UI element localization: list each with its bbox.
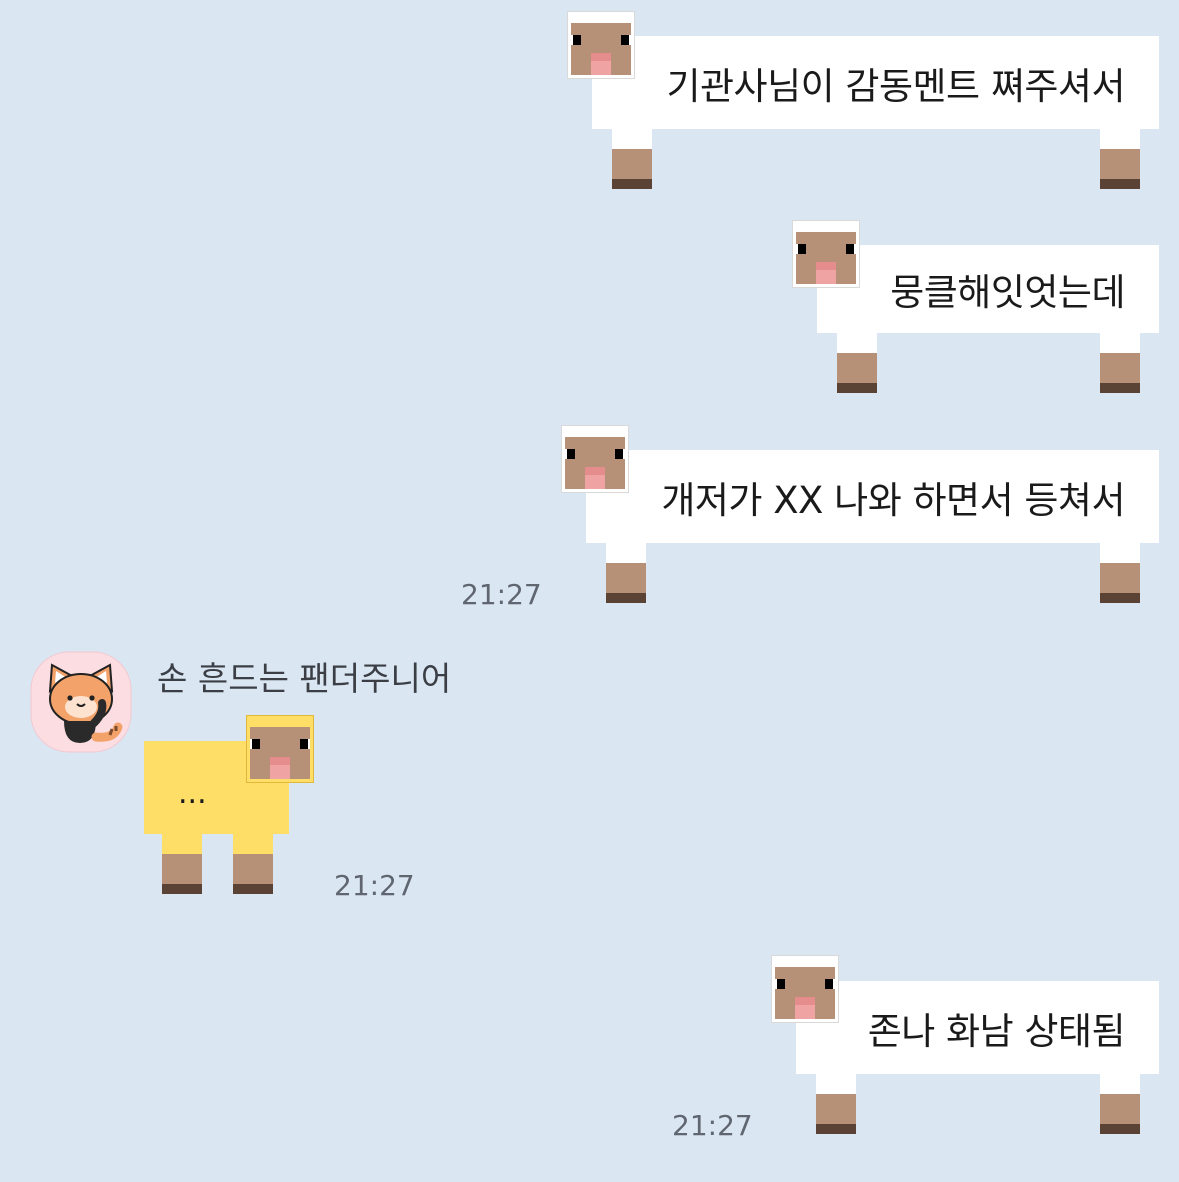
red-panda-avatar-icon (30, 651, 132, 753)
message-timestamp: 21:27 (334, 869, 415, 902)
message-bubble[interactable]: 존나 화남 상태됨 (796, 981, 1159, 1074)
sheep-icon (792, 220, 860, 288)
message-text: 개저가 XX 나와 하면서 등쳐서 (661, 478, 1125, 522)
sheep-icon (246, 715, 314, 783)
bubble-leg-left (606, 543, 646, 603)
bubble-leg-left (612, 129, 652, 189)
message-bubble[interactable]: 개저가 XX 나와 하면서 등쳐서 (586, 450, 1159, 543)
message-text: 뭉클해잇엇는데 (890, 271, 1125, 314)
bubble-leg-left (816, 1074, 856, 1134)
bubble-leg-right (1100, 129, 1140, 189)
bubble-leg-right (233, 834, 273, 894)
message-text: 존나 화남 상태됨 (867, 1009, 1126, 1053)
message-text: ... (178, 776, 207, 811)
bubble-leg-left (162, 834, 202, 894)
sender-name: 손 흔드는 팬더주니어 (157, 659, 452, 698)
sheep-icon (567, 11, 635, 79)
bubble-leg-right (1100, 1074, 1140, 1134)
sheep-icon (561, 425, 629, 493)
message-timestamp: 21:27 (672, 1109, 753, 1142)
bubble-leg-right (1100, 333, 1140, 393)
message-timestamp: 21:27 (461, 578, 542, 611)
sheep-icon (771, 955, 839, 1023)
bubble-leg-right (1100, 543, 1140, 603)
message-bubble[interactable]: 기관사님이 감동멘트 쪄주셔서 (592, 36, 1159, 129)
avatar[interactable] (30, 651, 132, 753)
message-bubble[interactable]: 뭉클해잇엇는데 (817, 245, 1159, 333)
bubble-leg-left (837, 333, 877, 393)
message-text: 기관사님이 감동멘트 쪄주셔서 (666, 64, 1125, 108)
